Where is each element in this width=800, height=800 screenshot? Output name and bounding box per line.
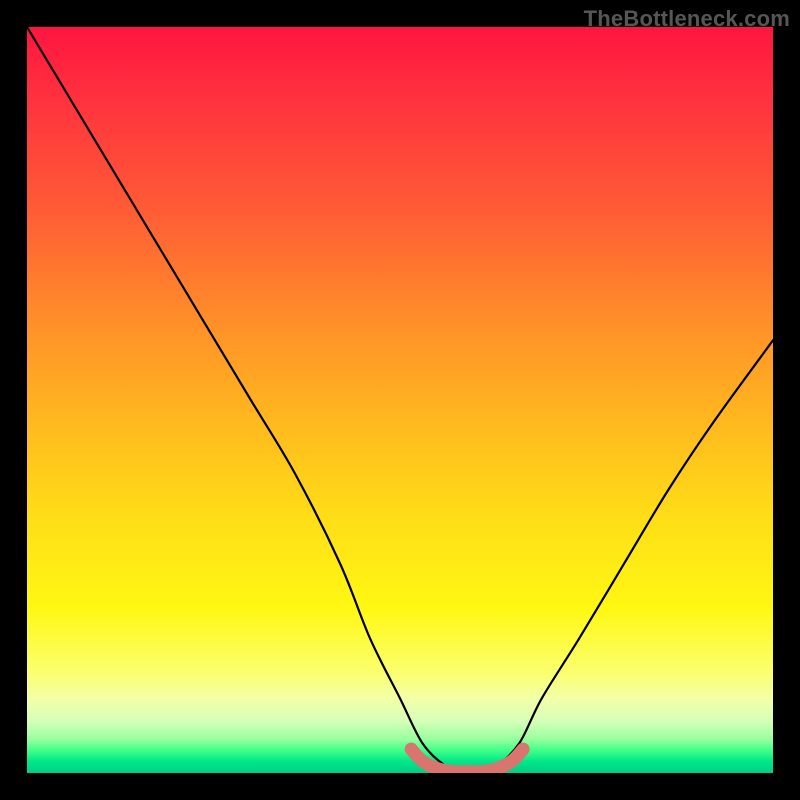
chart-stage: TheBottleneck.com xyxy=(0,0,800,800)
bottleneck-curve xyxy=(27,27,773,773)
watermark-text: TheBottleneck.com xyxy=(584,6,790,32)
plot-area xyxy=(27,27,773,773)
optimal-zone-curve xyxy=(411,749,523,772)
curves-svg xyxy=(27,27,773,773)
